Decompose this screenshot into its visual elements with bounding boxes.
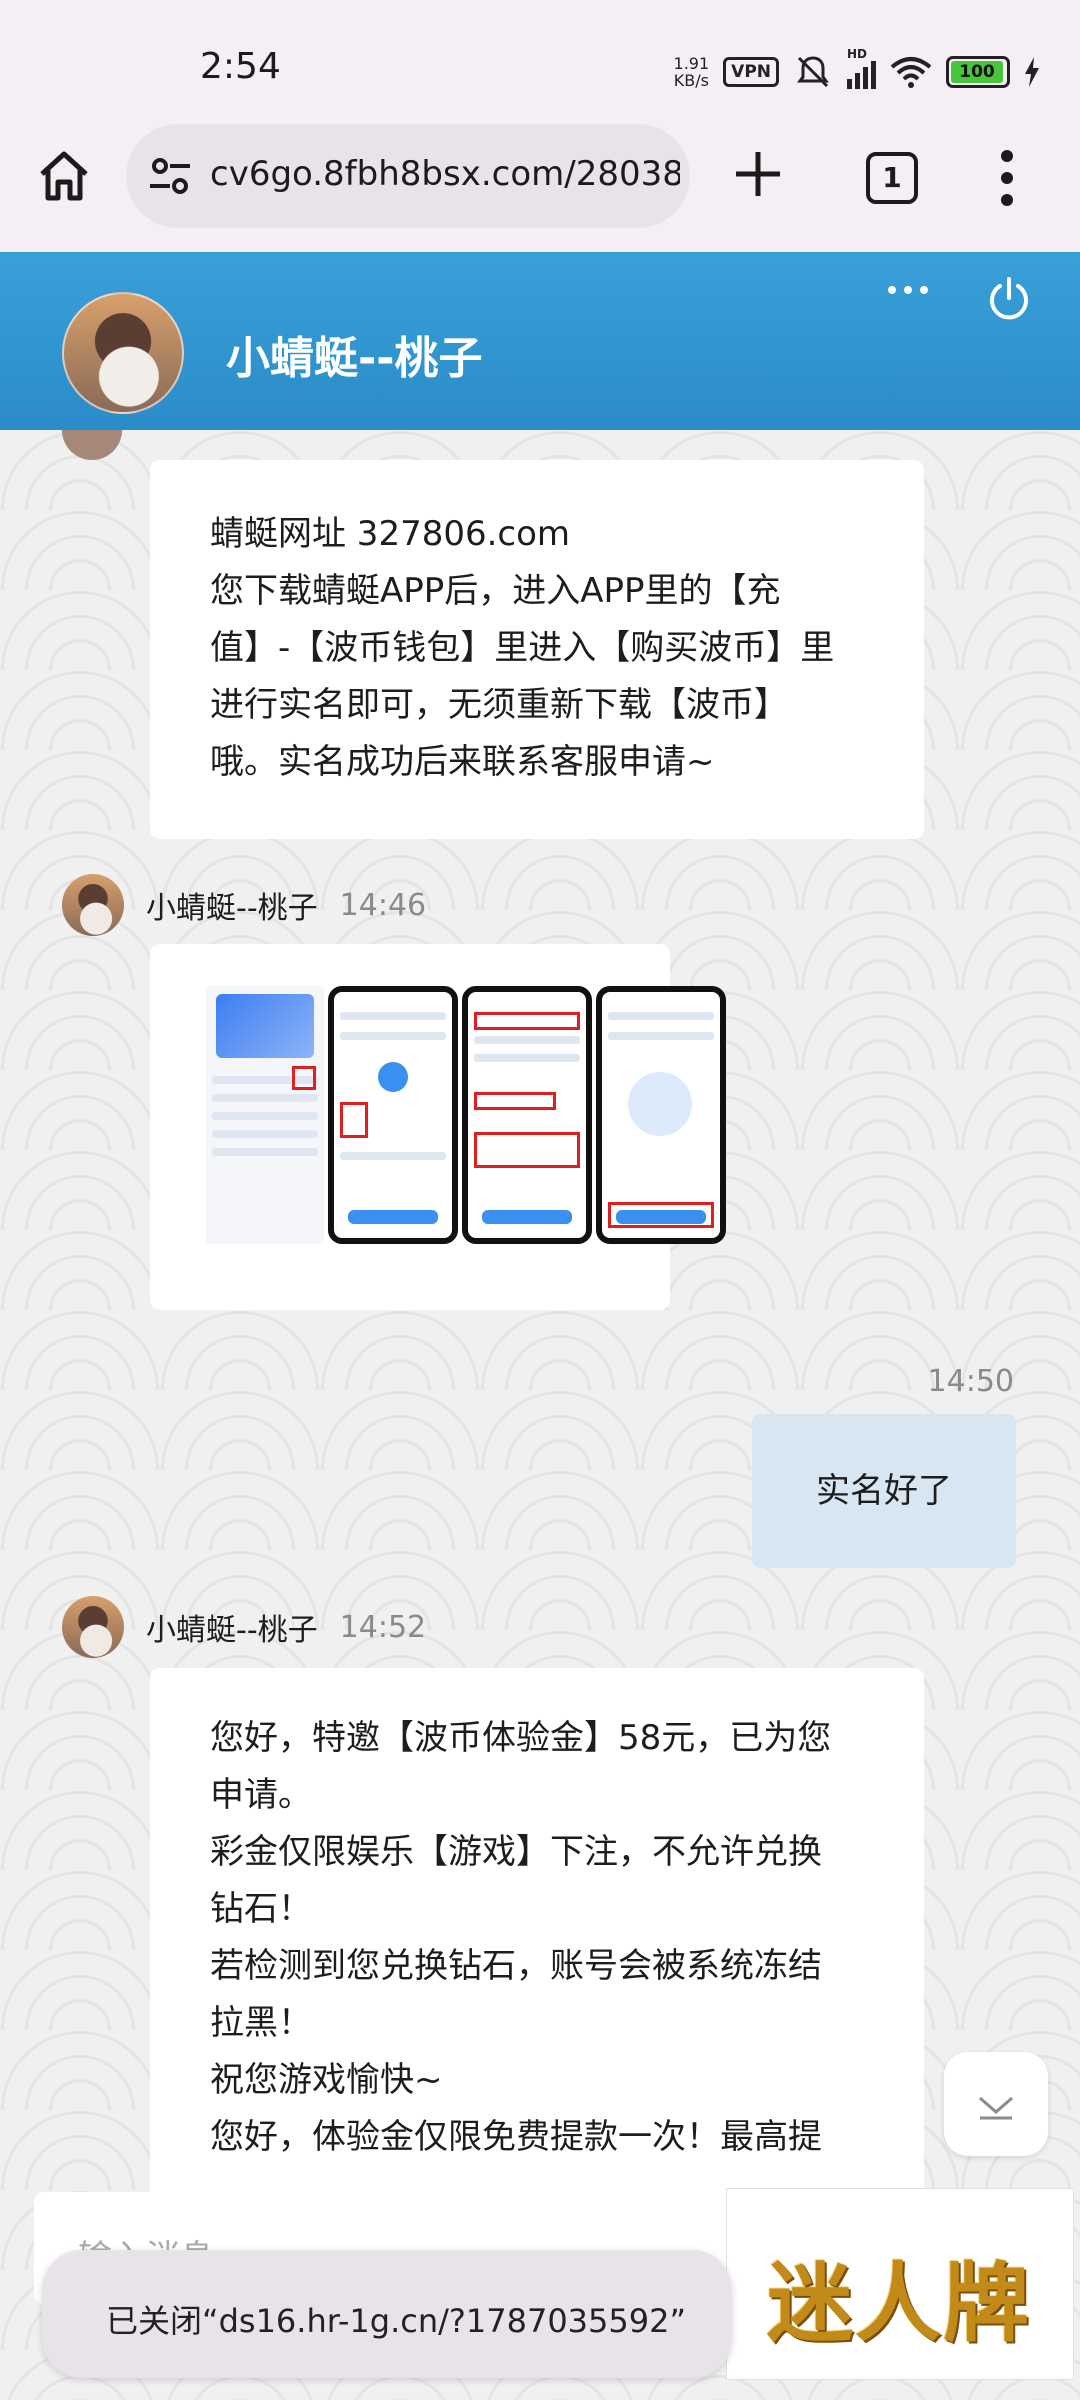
signal-icon: HD — [847, 47, 876, 89]
ad-text[interactable]: 迷人牌 — [767, 2233, 1031, 2358]
message-line: 进行实名即可，无须重新下载【波币】 — [210, 685, 788, 725]
scroll-to-bottom-button[interactable] — [944, 2052, 1048, 2156]
message-line: 您好，体验金仅限免费提款一次！最高提 — [210, 2117, 822, 2157]
status-time: 2:54 — [200, 46, 281, 87]
message-time: 14:52 — [339, 1609, 427, 1645]
message-meta: 小蜻蜓--桃子 14:46 — [62, 874, 426, 936]
agent-avatar[interactable] — [62, 292, 184, 414]
message-bubble-outgoing: 实名好了 — [752, 1414, 1016, 1568]
tab-switcher-icon[interactable]: 1 — [866, 152, 918, 204]
home-icon[interactable] — [36, 148, 92, 204]
screenshot-thumb — [462, 986, 592, 1244]
message-meta: 小蜻蜓--桃子 14:52 — [62, 1596, 426, 1658]
site-settings-icon[interactable] — [148, 154, 192, 198]
message-bubble-incoming: 您好，特邀【波币体验金】58元，已为您 申请。 彩金仅限娱乐【游戏】下注，不允许… — [150, 1668, 924, 2206]
message-line: 若检测到您兑换钻石，账号会被系统冻结 — [210, 1946, 822, 1986]
url-text[interactable]: cv6go.8fbh8bsx.com/28038 — [210, 154, 680, 194]
new-tab-plus-icon[interactable] — [730, 146, 786, 202]
message-line: 钻石！ — [210, 1889, 312, 1929]
status-icons: 1.91 KB/s VPN HD 100 — [674, 47, 1040, 94]
message-line: 申请。 — [210, 1775, 312, 1815]
message-line: 您好，特邀【波币体验金】58元，已为您 — [210, 1718, 832, 1758]
message-line: 祝您游戏愉快~ — [210, 2060, 443, 2100]
toast-text: 已关闭“ds16.hr-1g.cn/?1787035592” — [106, 2302, 687, 2340]
signal-hd-label: HD — [847, 47, 868, 61]
charging-icon — [1025, 57, 1039, 87]
ad-banner[interactable]: 迷人牌 — [726, 2188, 1074, 2380]
message-line: 您下载蜻蜓APP后，进入APP里的【充 — [210, 571, 781, 611]
browser-toolbar: cv6go.8fbh8bsx.com/28038 1 — [0, 120, 1080, 250]
chat-header: 小蜻蜓--桃子 — [0, 252, 1080, 430]
sender-name: 小蜻蜓--桃子 — [146, 1613, 318, 1648]
tutorial-image[interactable] — [206, 986, 726, 1244]
chevron-down-icon — [979, 2096, 1013, 2120]
message-line: 值】-【波币钱包】里进入【购买波币】里 — [210, 628, 835, 668]
net-speed: 1.91 KB/s — [674, 55, 710, 89]
screenshot-thumb — [206, 986, 324, 1244]
menu-dots-icon[interactable] — [1000, 148, 1014, 208]
mute-bell-icon — [797, 56, 829, 88]
avatar — [62, 430, 122, 460]
avatar[interactable] — [62, 1596, 124, 1658]
screenshot-thumb — [328, 986, 458, 1244]
more-options-icon[interactable] — [884, 280, 932, 300]
image-message[interactable] — [150, 944, 726, 1310]
toast-notification: 已关闭“ds16.hr-1g.cn/?1787035592” — [42, 2250, 732, 2378]
vpn-badge: VPN — [723, 57, 779, 87]
message-bubble-incoming: 蜻蜓网址 327806.com 您下载蜻蜓APP后，进入APP里的【充 值】-【… — [150, 460, 924, 839]
battery-level: 100 — [951, 61, 1003, 83]
chat-title: 小蜻蜓--桃子 — [226, 333, 483, 384]
screenshot-thumb — [596, 986, 726, 1244]
message-line: 哦。实名成功后来联系客服申请~ — [210, 742, 715, 782]
message-line: 彩金仅限娱乐【游戏】下注，不允许兑换 — [210, 1832, 822, 1872]
message-time: 14:50 — [927, 1364, 1014, 1399]
net-speed-unit: KB/s — [673, 71, 709, 90]
status-bar: 2:54 1.91 KB/s VPN HD 100 — [0, 0, 1080, 120]
message-line: 蜻蜓网址 327806.com — [210, 514, 571, 554]
message-list[interactable]: 蜻蜓网址 327806.com 您下载蜻蜓APP后，进入APP里的【充 值】-【… — [0, 430, 1080, 2400]
message-time: 14:46 — [339, 887, 427, 923]
net-speed-value: 1.91 — [673, 54, 710, 73]
battery-icon: 100 — [946, 56, 1010, 88]
message-line: 拉黑！ — [210, 2003, 312, 2043]
avatar[interactable] — [62, 874, 124, 936]
power-icon[interactable] — [986, 276, 1032, 322]
wifi-icon — [890, 57, 932, 88]
address-bar[interactable]: cv6go.8fbh8bsx.com/28038 — [126, 124, 690, 228]
sender-name: 小蜻蜓--桃子 — [146, 891, 318, 926]
